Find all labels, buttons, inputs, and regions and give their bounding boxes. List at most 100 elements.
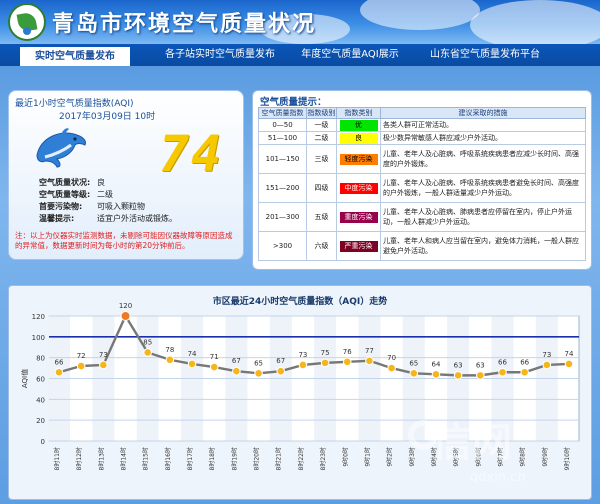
x-tick-label: 8时11时 bbox=[53, 447, 61, 470]
category-cell: 重度污染 bbox=[336, 202, 381, 232]
dolphin-mascot-icon bbox=[36, 128, 86, 168]
cloud-decoration bbox=[470, 0, 600, 44]
data-label: 70 bbox=[387, 354, 396, 362]
water-drop-icon bbox=[23, 27, 31, 35]
data-point bbox=[453, 371, 463, 380]
info-label: 温馨提示: bbox=[39, 214, 75, 223]
watermark: 信网 bbox=[432, 420, 512, 466]
category-swatch: 重度污染 bbox=[339, 211, 378, 223]
site-title: 青岛市环境空气质量状况 bbox=[52, 11, 317, 37]
category-swatch: 中度污染 bbox=[339, 182, 378, 194]
data-label: 66 bbox=[498, 358, 507, 366]
data-point bbox=[165, 355, 175, 365]
advice-cell: 儿童、老年人及心脏病、肺病患者应停留在室内，停止户外运动，一般人群减少户外运动。 bbox=[380, 202, 586, 232]
x-tick-label: 8时18时 bbox=[208, 447, 216, 470]
table-row: 101—150 三级 轻度污染 儿童、老年人及心脏病、呼吸系统疾病患者应减少长时间、高… bbox=[258, 144, 586, 174]
y-tick-label: 80 bbox=[36, 355, 45, 363]
data-point bbox=[209, 362, 219, 372]
aqi-digital-readout: 74 bbox=[159, 125, 224, 183]
category-swatch: 良 bbox=[339, 132, 378, 144]
x-tick-label: 9时3时 bbox=[408, 447, 416, 467]
aqi-range-cell: 201—300 bbox=[258, 202, 307, 232]
advice-cell: 儿童、老年人及心脏病、呼吸系统疾病患者应减少长时间、高强度的户外锻炼。 bbox=[380, 144, 586, 174]
data-point bbox=[276, 366, 286, 376]
y-tick-label: 40 bbox=[36, 396, 45, 404]
x-tick-label: 8时13时 bbox=[97, 447, 105, 470]
category-cell: 轻度污染 bbox=[336, 144, 381, 174]
data-point bbox=[298, 360, 308, 370]
aqi-range-cell: 151—200 bbox=[258, 173, 307, 203]
info-value: 二级 bbox=[97, 190, 113, 199]
watermark-url: qdxin.cn bbox=[470, 470, 526, 485]
data-point bbox=[76, 361, 86, 371]
y-tick-label: 120 bbox=[32, 313, 45, 321]
info-value: 良 bbox=[97, 178, 105, 187]
category-cell: 良 bbox=[336, 131, 381, 145]
advice-cell: 儿童、老年人及心脏病、呼吸系统疾病患者避免长时间、高强度的户外锻炼，一般人群适量… bbox=[380, 173, 586, 203]
column-header: 空气质量指数 bbox=[258, 107, 307, 119]
advice-cell: 儿童、老年人和病人应当留在室内，避免体力消耗，一般人群应避免户外活动。 bbox=[380, 231, 586, 261]
info-label: 首要污染物: bbox=[39, 202, 83, 211]
aqi-range-cell: >300 bbox=[258, 231, 307, 261]
category-cell: 中度污染 bbox=[336, 173, 381, 203]
data-label: 72 bbox=[77, 352, 86, 360]
info-row-status: 空气质量状况: 良 bbox=[39, 177, 105, 188]
data-point bbox=[387, 363, 396, 373]
data-label: 73 bbox=[298, 351, 307, 359]
nav-tab-shandong-platform[interactable]: 山东省空气质量发布平台 bbox=[420, 44, 550, 66]
data-point bbox=[120, 311, 131, 321]
x-tick-label: 9时1时 bbox=[363, 447, 371, 467]
x-tick-label: 8时22时 bbox=[297, 447, 305, 470]
x-tick-label: 8时20时 bbox=[253, 447, 261, 470]
data-point bbox=[143, 348, 152, 357]
realtime-title: 最近1小时空气质量指数(AQI) bbox=[15, 99, 134, 109]
aqi-standard-table: 空气质量指数 指数级别 指数类别 建议采取的措施 0—50 一级优各类人群可正常活… bbox=[258, 107, 586, 261]
data-label: 85 bbox=[143, 338, 152, 346]
table-row: 0—50 一级优各类人群可正常活动。 bbox=[258, 118, 586, 132]
x-tick-label: 9时10时 bbox=[563, 447, 571, 470]
cloud-decoration bbox=[360, 0, 480, 30]
nav-tab-realtime[interactable]: 实时空气质量发布 bbox=[20, 47, 130, 66]
table-row: 151—200 四级 中度污染 儿童、老年人及心脏病、呼吸系统疾病患者避免长时间、高强… bbox=[258, 173, 586, 203]
data-label: 75 bbox=[321, 349, 330, 357]
data-point bbox=[232, 366, 241, 376]
site-header: 青岛市环境空气质量状况 bbox=[0, 0, 600, 44]
nav-tab-substations[interactable]: 各子站实时空气质量发布 bbox=[155, 44, 285, 66]
info-label: 空气质量状况: bbox=[39, 178, 91, 187]
table-row: 201—300 五级 重度污染 儿童、老年人及心脏病、肺病患者应停留在室内，停止户外运… bbox=[258, 202, 586, 232]
data-point bbox=[542, 360, 552, 370]
data-label: 73 bbox=[99, 351, 108, 359]
data-label: 63 bbox=[476, 361, 485, 369]
category-swatch: 优 bbox=[339, 119, 378, 131]
data-label: 120 bbox=[119, 302, 132, 310]
y-axis-label: AQI值 bbox=[20, 369, 29, 388]
data-point bbox=[365, 356, 374, 366]
x-tick-label: 8时14时 bbox=[120, 447, 128, 470]
advice-cell: 各类人群可正常活动。 bbox=[380, 118, 586, 132]
nav-tab-annual-aqi[interactable]: 年度空气质量AQI展示 bbox=[290, 44, 410, 66]
data-label: 74 bbox=[565, 350, 574, 358]
column-header: 指数级别 bbox=[306, 107, 337, 119]
level-cell: 四级 bbox=[306, 173, 337, 203]
data-point bbox=[564, 359, 574, 369]
aqi-standard-panel: 空气质量提示： 空气质量指数 指数级别 指数类别 建议采取的措施 0—50 一级优… bbox=[252, 90, 592, 270]
x-tick-label: 9时0时 bbox=[341, 447, 349, 467]
info-value: 适宜户外活动或锻炼。 bbox=[97, 214, 177, 223]
advice-cell: 极少数异常敏感人群应减少户外活动。 bbox=[380, 131, 586, 145]
data-point bbox=[54, 367, 64, 377]
level-cell: 二级 bbox=[306, 131, 337, 145]
environment-logo bbox=[8, 3, 46, 41]
info-row-pollutant: 首要污染物: 可吸入颗粒物 bbox=[39, 201, 145, 212]
y-tick-label: 0 bbox=[41, 438, 45, 446]
x-tick-label: 8时15时 bbox=[142, 447, 150, 470]
category-cell: 优 bbox=[336, 118, 381, 132]
realtime-aqi-panel: 最近1小时空气质量指数(AQI) 2017年03月09日 10时 74 空气质量… bbox=[8, 90, 244, 260]
data-label: 73 bbox=[542, 351, 551, 359]
data-label: 65 bbox=[254, 359, 263, 367]
data-point bbox=[254, 368, 263, 378]
data-label: 78 bbox=[165, 346, 174, 354]
info-value: 可吸入颗粒物 bbox=[97, 202, 145, 211]
column-header: 建议采取的措施 bbox=[380, 107, 586, 119]
x-tick-label: 8时21时 bbox=[275, 447, 283, 470]
data-label: 64 bbox=[431, 360, 440, 368]
